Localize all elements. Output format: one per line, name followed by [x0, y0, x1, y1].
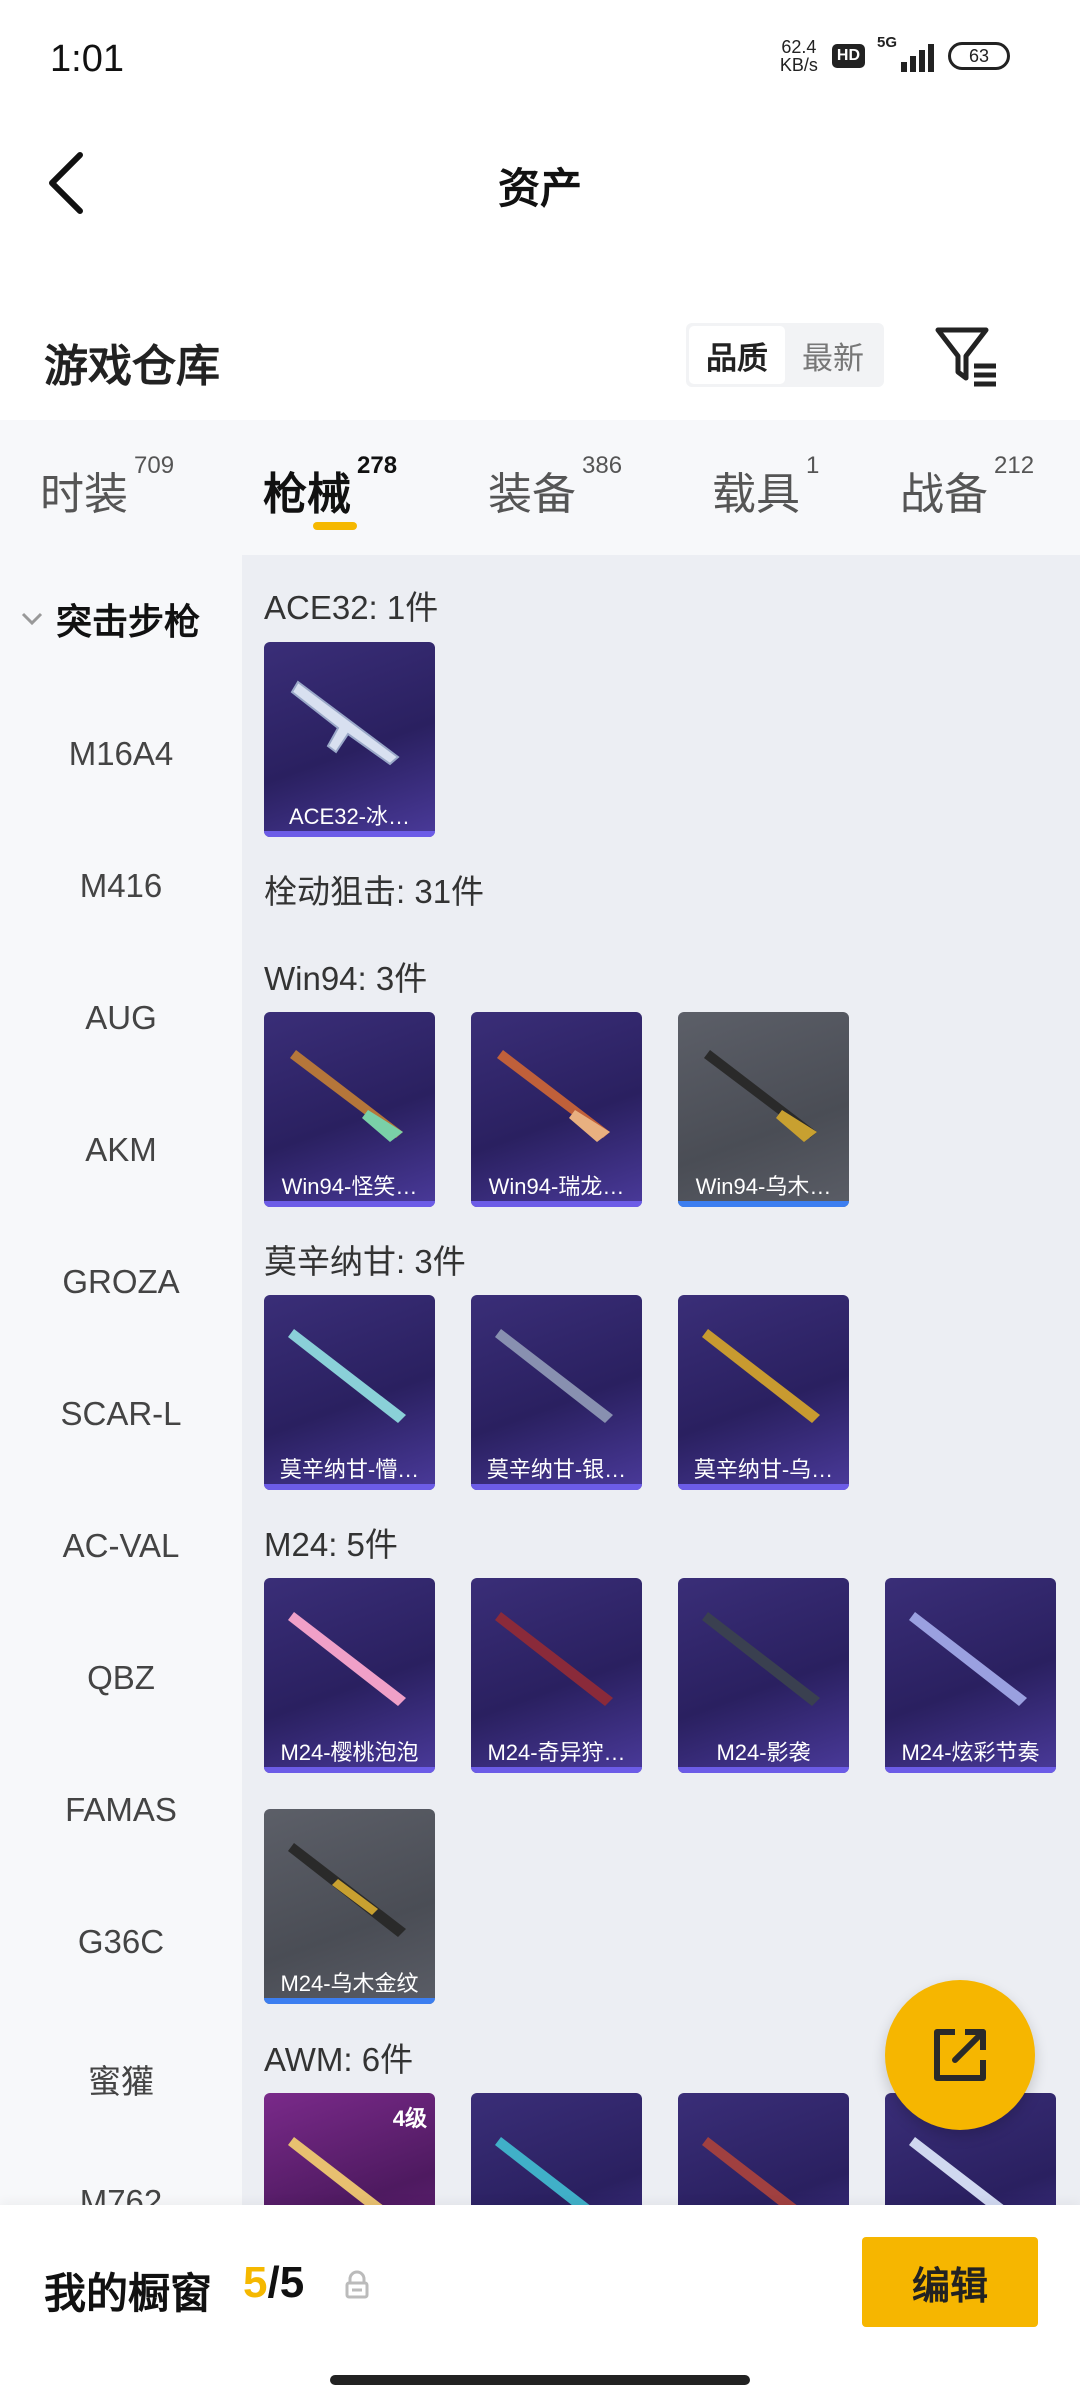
status-icons: 62.4 KB/s HD 5G 63	[779, 34, 1010, 75]
showcase-count: 5/5	[243, 2258, 305, 2307]
rifle-icon	[290, 680, 400, 766]
sidebar-item-m16a4[interactable]: M16A4	[0, 735, 242, 773]
warehouse-title: 游戏仓库	[44, 342, 220, 391]
home-indicator	[330, 2375, 750, 2385]
sidebar-item-g36c[interactable]: G36C	[0, 1923, 242, 1961]
battery-icon: 63	[948, 42, 1010, 70]
rifle-icon	[702, 1612, 820, 1706]
sidebar-group-assault-rifles[interactable]: 突击步枪	[20, 593, 200, 645]
rifle-icon	[288, 1329, 406, 1423]
weapon-type-sidebar: 突击步枪 M16A4 M416 AUG AKM GROZA SCAR-L AC-…	[0, 555, 242, 2205]
tab-equipment[interactable]: 装备386	[488, 452, 622, 522]
skin-card[interactable]: M24-炫彩节奏	[885, 1578, 1056, 1773]
group-label-ace32: ACE32: 1件	[264, 589, 439, 626]
skin-card[interactable]: M24-影袭	[678, 1578, 849, 1773]
page-title: 资产	[497, 165, 582, 212]
rifle-icon	[288, 1843, 406, 1937]
edit-button[interactable]: 编辑	[862, 2237, 1038, 2327]
hd-icon: HD	[831, 44, 865, 68]
status-time: 1:01	[50, 38, 124, 80]
rifle-icon	[290, 1050, 403, 1142]
skin-card[interactable]: Win94-怪笑…	[264, 1012, 435, 1207]
skin-card[interactable]: 莫辛纳甘-懵…	[264, 1295, 435, 1490]
skin-card[interactable]	[678, 2093, 849, 2205]
weapon-skin-list: ACE32: 1件 ACE32-冰… 栓动狙击: 31件 Win94: 3件 W…	[242, 555, 1080, 2205]
signal-icon: 5G	[877, 34, 934, 72]
rifle-icon	[704, 1050, 817, 1142]
sidebar-item-famas[interactable]: FAMAS	[0, 1791, 242, 1829]
tab-fashion[interactable]: 时装709	[40, 452, 174, 522]
tab-weapons[interactable]: 枪械278	[263, 452, 397, 522]
skin-card[interactable]: Win94-瑞龙…	[471, 1012, 642, 1207]
sort-newest-button[interactable]: 最新	[785, 326, 881, 384]
group-label-bolt-action: 栓动狙击: 31件	[264, 873, 485, 910]
group-label-m24: M24: 5件	[264, 1526, 398, 1563]
group-label-awm: AWM: 6件	[264, 2041, 414, 2078]
sort-quality-button[interactable]: 品质	[689, 326, 785, 384]
rifle-icon	[909, 1612, 1027, 1706]
skin-card[interactable]: 莫辛纳甘-乌…	[678, 1295, 849, 1490]
group-label-win94: Win94: 3件	[264, 960, 428, 997]
skin-card[interactable]: M24-乌木金纹	[264, 1809, 435, 2004]
sidebar-item-ac-val[interactable]: AC-VAL	[0, 1527, 242, 1565]
sidebar-item-aug[interactable]: AUG	[0, 999, 242, 1037]
status-bar: 1:01 62.4 KB/s HD 5G 63	[0, 0, 1080, 120]
network-speed: 62.4 KB/s	[779, 37, 818, 75]
skin-card[interactable]: M24-奇异狩…	[471, 1578, 642, 1773]
sidebar-item-qbz[interactable]: QBZ	[0, 1659, 242, 1697]
skin-card[interactable]: M24-樱桃泡泡	[264, 1578, 435, 1773]
showcase-label: 我的橱窗	[44, 2270, 213, 2317]
skin-card[interactable]	[471, 2093, 642, 2205]
chevron-down-icon	[21, 612, 43, 626]
rifle-icon	[495, 2137, 590, 2205]
sidebar-item-honey-badger[interactable]: 蜜獾	[0, 2055, 242, 2103]
filter-icon	[935, 327, 996, 387]
tab-vehicles[interactable]: 载具1	[712, 452, 819, 522]
skin-card[interactable]: Win94-乌木…	[678, 1012, 849, 1207]
sort-toggle: 品质 最新	[686, 323, 884, 387]
tab-supplies[interactable]: 战备212	[900, 452, 1034, 522]
group-label-mosin: 莫辛纳甘: 3件	[264, 1243, 466, 1280]
skin-card[interactable]: 莫辛纳甘-银…	[471, 1295, 642, 1490]
share-icon	[934, 2029, 986, 2081]
rifle-icon	[702, 2137, 797, 2205]
active-tab-indicator	[313, 522, 357, 530]
rifle-icon	[288, 1612, 406, 1706]
rifle-icon	[702, 1329, 820, 1423]
skin-card[interactable]: ACE32-冰…	[264, 642, 435, 837]
sidebar-item-m762[interactable]: M762	[0, 2183, 242, 2205]
rifle-icon	[497, 1050, 610, 1142]
sidebar-item-groza[interactable]: GROZA	[0, 1263, 242, 1301]
sidebar-item-scar-l[interactable]: SCAR-L	[0, 1395, 242, 1433]
sidebar-item-akm[interactable]: AKM	[0, 1131, 242, 1169]
showcase-bar: 我的橱窗 5/5 编辑	[0, 2205, 1080, 2400]
share-button[interactable]	[885, 1980, 1035, 2130]
rifle-icon	[495, 1329, 613, 1423]
lock-icon	[345, 2270, 369, 2299]
rifle-icon	[495, 1612, 613, 1706]
sidebar-item-m416[interactable]: M416	[0, 867, 242, 905]
rifle-icon	[288, 2137, 383, 2205]
skin-card[interactable]: 4级	[264, 2093, 435, 2205]
filter-button[interactable]	[932, 320, 1002, 390]
